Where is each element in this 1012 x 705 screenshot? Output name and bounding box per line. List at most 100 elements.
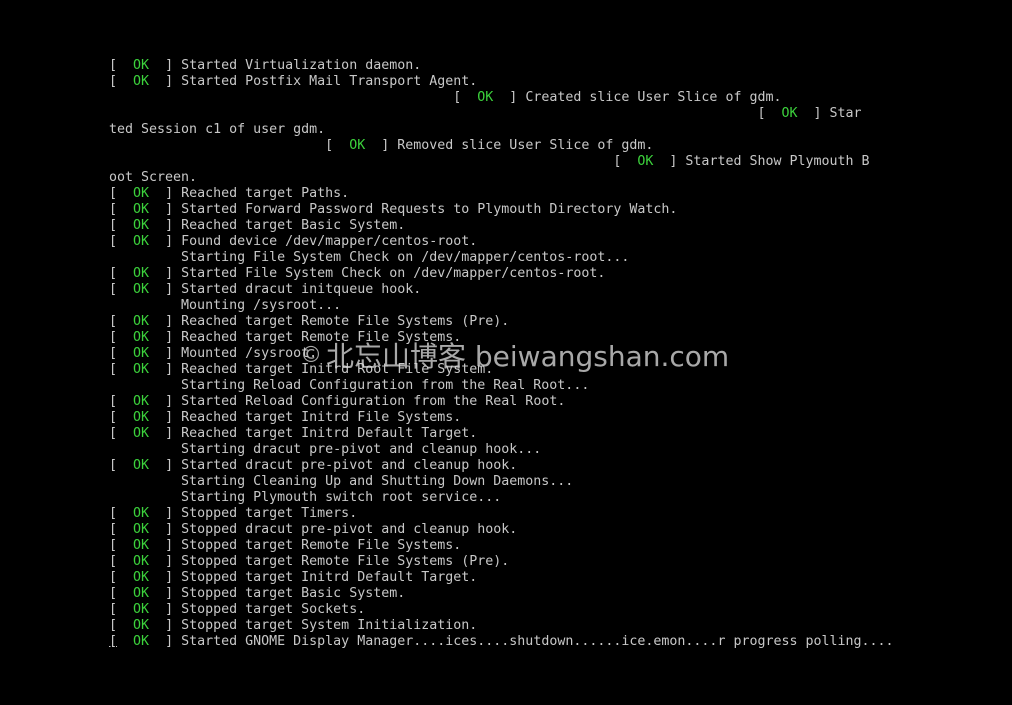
status-bracket-open: [: [109, 266, 118, 281]
status-bracket-open: [: [109, 426, 118, 441]
status-bracket-open: [: [109, 362, 118, 377]
log-message: Reached target Initrd Default Target.: [181, 426, 478, 441]
console-line: [ OK ] Found device /dev/mapper/centos-r…: [109, 234, 909, 250]
status-bracket-close: ]: [165, 458, 182, 473]
status-bracket-close: ]: [165, 234, 182, 249]
site-watermark: © 北忘山博客 beiwangshan.com: [300, 334, 760, 376]
status-bracket-close: ]: [165, 538, 182, 553]
log-message: Reached target Initrd File Systems.: [181, 410, 462, 425]
status-ok: OK: [133, 618, 150, 633]
status-ok: OK: [133, 186, 150, 201]
status-bracket-close: ]: [165, 346, 182, 361]
status-bracket-close: ]: [165, 362, 182, 377]
console-line: oot Screen.: [109, 170, 909, 186]
status-bracket-open: [: [109, 570, 118, 585]
status-ok: OK: [133, 458, 150, 473]
status-bracket-close: ]: [165, 330, 182, 345]
status-bracket-close: ]: [165, 266, 182, 281]
status-bracket-close: ]: [165, 282, 182, 297]
status-bracket-open: [: [109, 538, 118, 553]
log-message: Starting dracut pre-pivot and cleanup ho…: [109, 442, 542, 457]
status-bracket-close: ]: [165, 426, 182, 441]
log-message: Created slice User Slice of gdm.: [525, 90, 782, 105]
status-bracket-open: [: [109, 602, 118, 617]
console-line: [ OK ] Started Reload Configuration from…: [109, 394, 909, 410]
status-bracket-close: ]: [165, 74, 182, 89]
status-ok: OK: [133, 330, 150, 345]
status-ok: OK: [637, 154, 654, 169]
console-line: [ OK ] Started Virtualization daemon.: [109, 58, 909, 74]
log-message: Starting Cleaning Up and Shutting Down D…: [109, 474, 574, 489]
status-bracket-close: ]: [165, 58, 182, 73]
log-message: Reached target Basic System.: [181, 218, 406, 233]
log-message: Started Virtualization daemon.: [181, 58, 422, 73]
status-bracket-close: ]: [165, 186, 182, 201]
status-bracket-close: ]: [165, 554, 182, 569]
console-line: Starting File System Check on /dev/mappe…: [109, 250, 909, 266]
status-bracket-close: ]: [165, 202, 182, 217]
console-line: [ OK ] Started dracut pre-pivot and clea…: [109, 458, 909, 474]
status-bracket-open: [: [453, 90, 462, 105]
status-bracket-close: ]: [165, 634, 182, 649]
status-bracket-open: [: [109, 202, 118, 217]
log-message: Started Postfix Mail Transport Agent.: [181, 74, 478, 89]
log-message: Started dracut pre-pivot and cleanup hoo…: [181, 458, 518, 473]
status-bracket-open: [: [109, 506, 118, 521]
console-line: [ OK ] Stopped target Sockets.: [109, 602, 909, 618]
console-line: Starting Cleaning Up and Shutting Down D…: [109, 474, 909, 490]
console-line: [ OK ] Created slice User Slice of gdm.: [109, 90, 909, 106]
status-ok: OK: [133, 634, 150, 649]
log-message: Stopped target Sockets.: [181, 602, 366, 617]
status-bracket-open: [: [109, 554, 118, 569]
status-ok: OK: [133, 410, 150, 425]
status-bracket-open: [: [613, 154, 622, 169]
console-line: [ OK ] Reached target Initrd File System…: [109, 410, 909, 426]
status-ok: OK: [133, 506, 150, 521]
status-bracket-close: ]: [381, 138, 398, 153]
log-message: Started File System Check on /dev/mapper…: [181, 266, 606, 281]
status-bracket-close: ]: [669, 154, 686, 169]
console-line: [ OK ] Stopped target Remote File System…: [109, 554, 909, 570]
log-message: Reached target Paths.: [181, 186, 350, 201]
log-message: ted Session c1 of user gdm.: [109, 122, 326, 137]
console-line: [ OK ] Reached target Basic System.: [109, 218, 909, 234]
log-message: Reached target Remote File Systems (Pre)…: [181, 314, 510, 329]
console-line: ted Session c1 of user gdm.: [109, 122, 909, 138]
console-line: [ OK ] Reached target Remote File System…: [109, 314, 909, 330]
console-line: [ OK ] Started Forward Password Requests…: [109, 202, 909, 218]
status-bracket-open: [: [109, 282, 118, 297]
console-line: [ OK ] Stopped dracut pre-pivot and clea…: [109, 522, 909, 538]
status-ok: OK: [477, 90, 494, 105]
status-bracket-open: [: [325, 138, 334, 153]
console-line: Mounting /sysroot...: [109, 298, 909, 314]
watermark-text: 北忘山博客 beiwangshan.com: [326, 340, 730, 373]
console-line: [ OK ] Reached target Initrd Default Tar…: [109, 426, 909, 442]
log-message: Stopped dracut pre-pivot and cleanup hoo…: [181, 522, 518, 537]
status-ok: OK: [349, 138, 366, 153]
status-bracket-close: ]: [165, 410, 182, 425]
status-bracket-open: [: [109, 634, 118, 649]
status-bracket-open: [: [757, 106, 766, 121]
log-message: Stopped target Basic System.: [181, 586, 406, 601]
status-ok: OK: [133, 538, 150, 553]
status-ok: OK: [781, 106, 798, 121]
status-bracket-open: [: [109, 458, 118, 473]
log-message: Started Show Plymouth B: [685, 154, 870, 169]
log-message: Stopped target System Initialization.: [181, 618, 478, 633]
copyright-symbol: ©: [300, 342, 322, 368]
status-bracket-open: [: [109, 394, 118, 409]
status-bracket-open: [: [109, 58, 118, 73]
console-line: [ OK ] Stopped target Remote File System…: [109, 538, 909, 554]
status-bracket-close: ]: [165, 618, 182, 633]
status-ok: OK: [133, 522, 150, 537]
status-bracket-open: [: [109, 586, 118, 601]
status-ok: OK: [133, 346, 150, 361]
status-bracket-close: ]: [165, 314, 182, 329]
status-ok: OK: [133, 74, 150, 89]
console-line: [ OK ] Stopped target Initrd Default Tar…: [109, 570, 909, 586]
status-bracket-close: ]: [165, 586, 182, 601]
status-ok: OK: [133, 554, 150, 569]
status-ok: OK: [133, 202, 150, 217]
